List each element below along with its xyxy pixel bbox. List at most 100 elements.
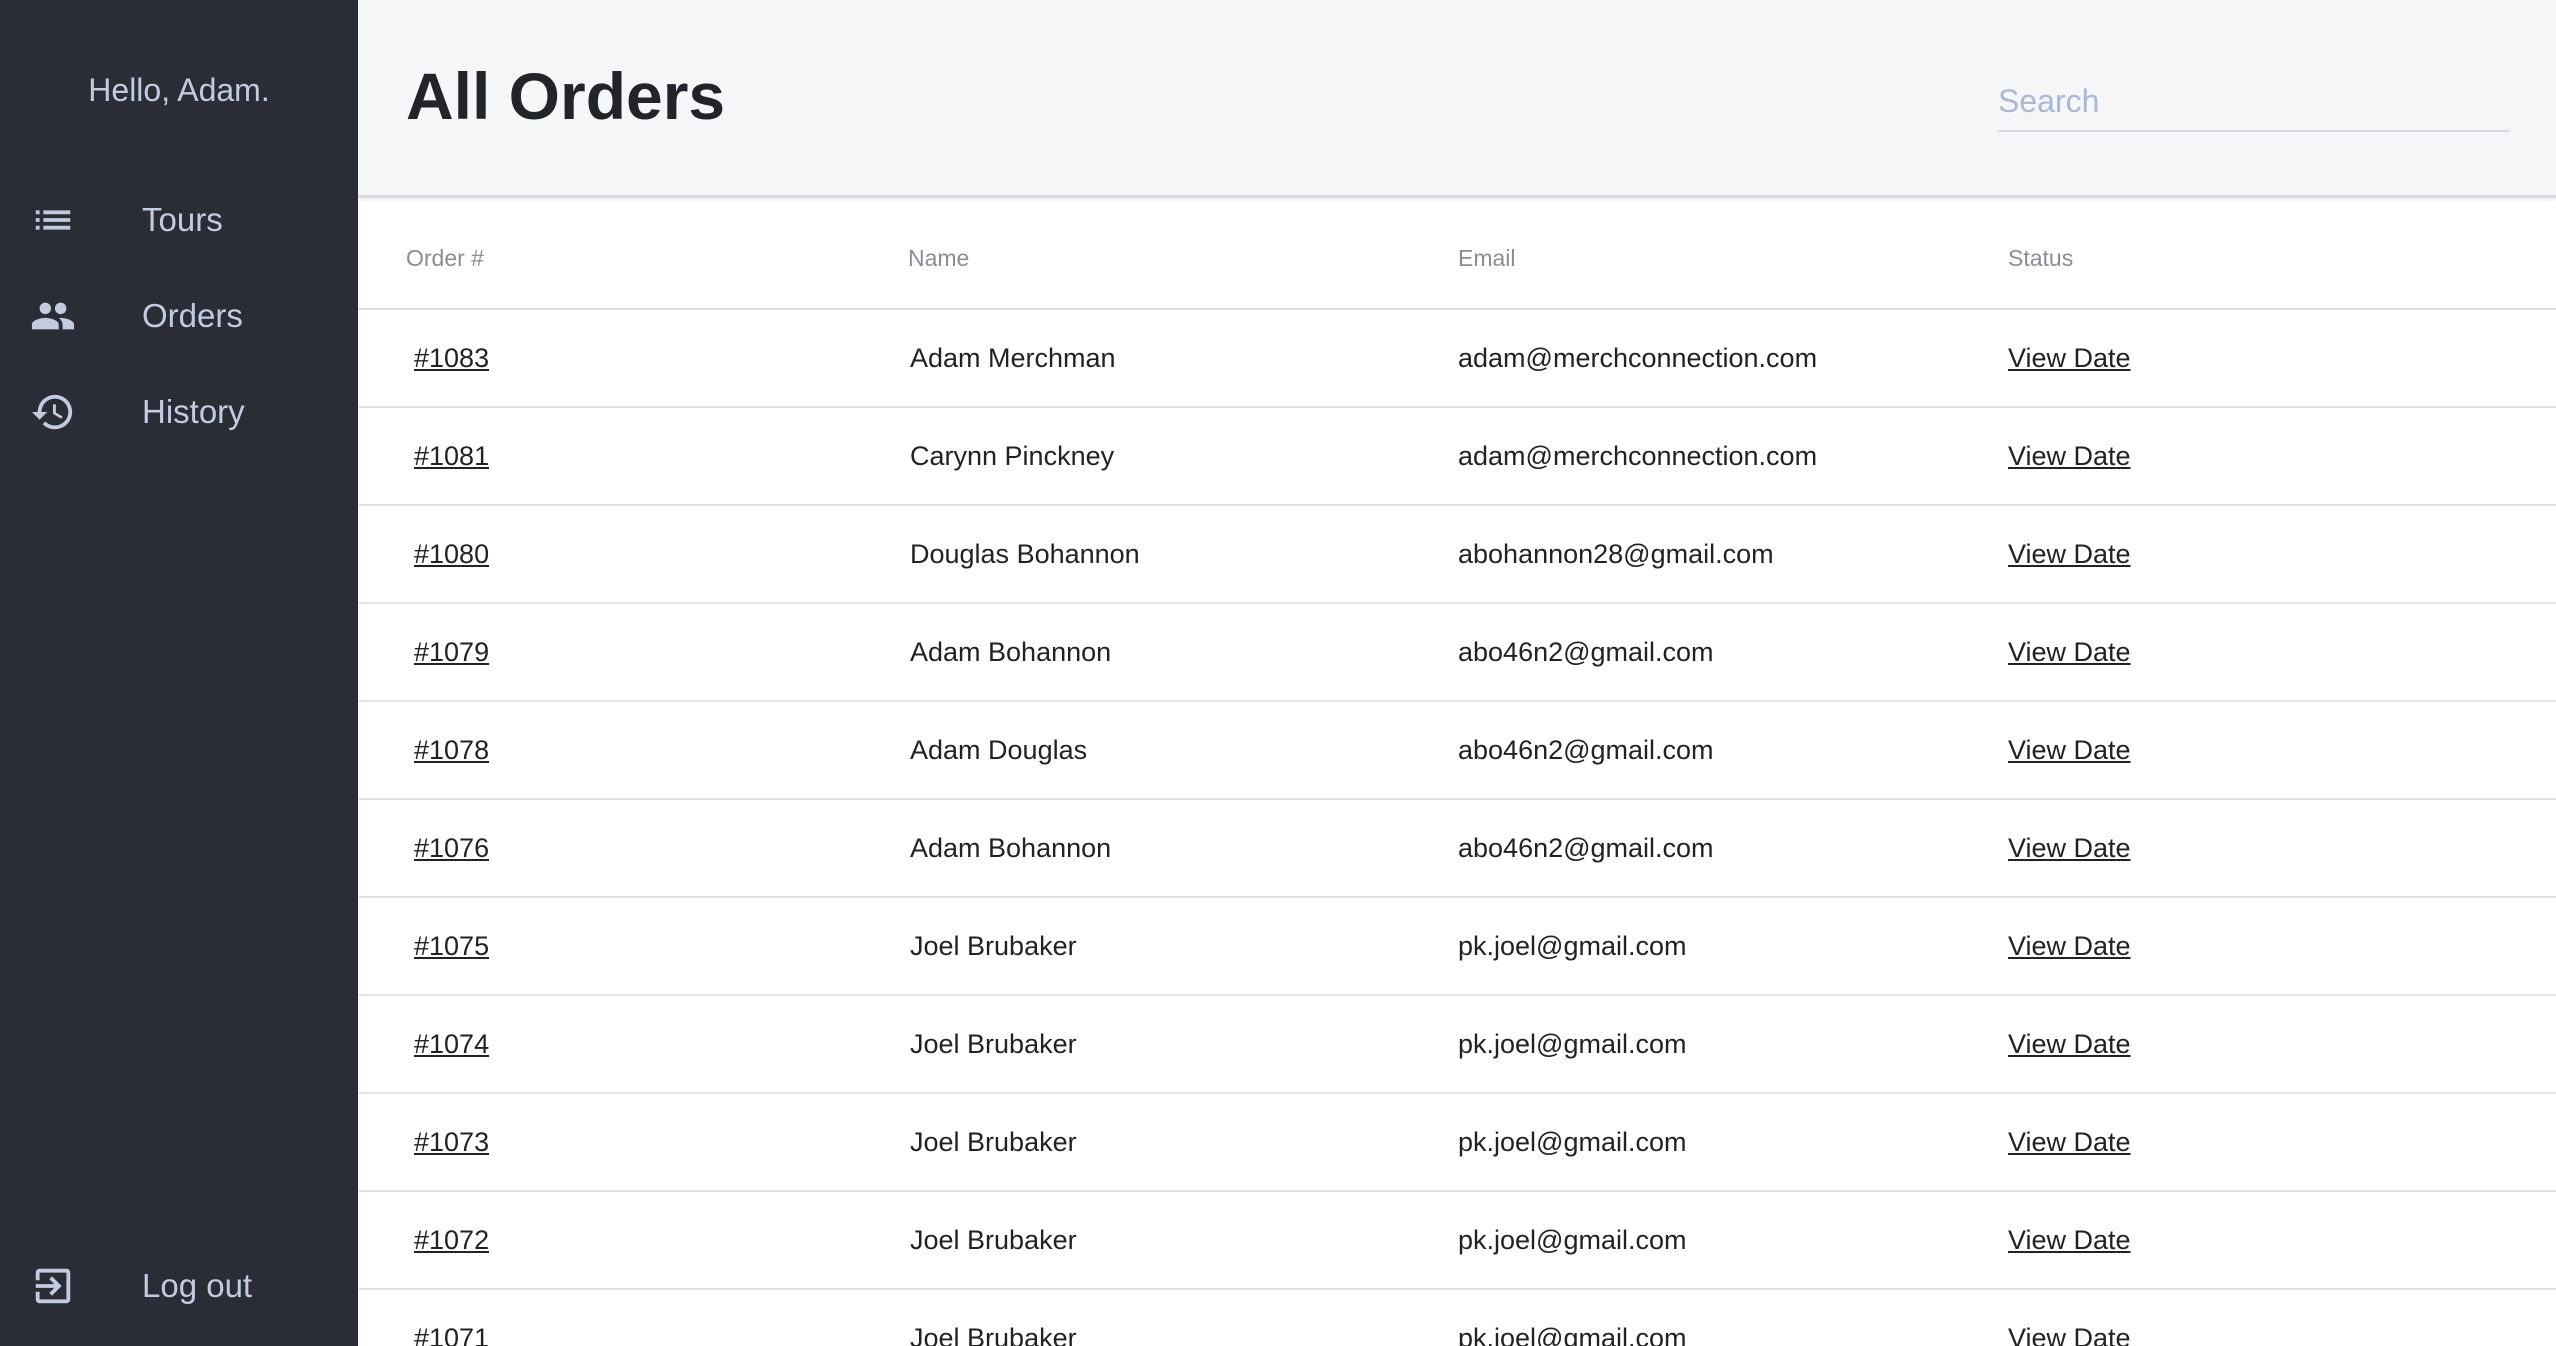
customer-email: pk.joel@gmail.com (1458, 1322, 1687, 1346)
table-cell: View Date (2008, 1191, 2556, 1290)
order-number-link[interactable]: #1079 (414, 637, 489, 667)
table-cell: #1072 (358, 1191, 908, 1290)
logout-label: Log out (142, 1267, 253, 1304)
table-cell: View Date (2008, 799, 2556, 898)
main-content: All Orders Order # Name Email Status #10… (358, 0, 2556, 1346)
view-date-link[interactable]: View Date (2008, 1127, 2131, 1157)
table-cell: abo46n2@gmail.com (1458, 799, 2008, 898)
table-cell: View Date (2008, 701, 2556, 800)
customer-name: Joel Brubaker (910, 1224, 1077, 1255)
table-cell: Douglas Bohannon (908, 505, 1458, 604)
table-row[interactable]: #1072 Joel Brubaker pk.joel@gmail.com View … (358, 1191, 2556, 1290)
table-cell: pk.joel@gmail.com (1458, 1093, 2008, 1192)
table-row[interactable]: #1074 Joel Brubaker pk.joel@gmail.com View … (358, 995, 2556, 1094)
customer-name: Joel Brubaker (910, 1126, 1077, 1157)
view-date-link[interactable]: View Date (2008, 637, 2131, 667)
table-row[interactable]: #1076 Adam Bohannon abo46n2@gmail.com View … (358, 799, 2556, 898)
table-cell: #1079 (358, 603, 908, 702)
table-cell: #1073 (358, 1093, 908, 1192)
table-row[interactable]: #1075 Joel Brubaker pk.joel@gmail.com View … (358, 897, 2556, 996)
page-title: All Orders (406, 59, 726, 133)
table-cell: #1076 (358, 799, 908, 898)
table-cell: Adam Douglas (908, 701, 1458, 800)
table-row[interactable]: #1083 Adam Merchman adam@merchconnection.c… (358, 309, 2556, 408)
view-date-link[interactable]: View Date (2008, 735, 2131, 765)
sidebar: Hello, Adam. Tours Orders History Log ou… (0, 0, 358, 1346)
logout-icon (28, 1261, 78, 1311)
table-cell: View Date (2008, 1289, 2556, 1346)
sidebar-item-history[interactable]: History (0, 372, 358, 452)
column-header-email[interactable]: Email (1458, 198, 2008, 310)
customer-name: Adam Merchman (910, 342, 1116, 373)
table-cell: Joel Brubaker (908, 995, 1458, 1094)
customer-email: abo46n2@gmail.com (1458, 734, 1714, 765)
view-date-link[interactable]: View Date (2008, 1323, 2131, 1346)
sidebar-item-orders[interactable]: Orders (0, 276, 358, 356)
table-cell: Joel Brubaker (908, 897, 1458, 996)
table-cell: View Date (2008, 603, 2556, 702)
order-number-link[interactable]: #1076 (414, 833, 489, 863)
people-icon (28, 291, 78, 341)
customer-email: adam@merchconnection.com (1458, 440, 1818, 471)
table-cell: #1071 (358, 1289, 908, 1346)
table-row[interactable]: #1081 Carynn Pinckney adam@merchconnection… (358, 407, 2556, 506)
table-cell: #1083 (358, 309, 908, 408)
table-cell: Joel Brubaker (908, 1093, 1458, 1192)
order-number-link[interactable]: #1071 (414, 1323, 489, 1346)
view-date-link[interactable]: View Date (2008, 1029, 2131, 1059)
sidebar-item-tours[interactable]: Tours (0, 180, 358, 260)
table-cell: Carynn Pinckney (908, 407, 1458, 506)
table-cell: View Date (2008, 407, 2556, 506)
table-cell: View Date (2008, 1093, 2556, 1192)
view-date-link[interactable]: View Date (2008, 833, 2131, 863)
column-header-status[interactable]: Status (2008, 198, 2556, 310)
search-input[interactable] (1998, 72, 2510, 132)
table-cell: View Date (2008, 995, 2556, 1094)
order-number-link[interactable]: #1072 (414, 1225, 489, 1255)
table-row[interactable]: #1079 Adam Bohannon abo46n2@gmail.com View … (358, 603, 2556, 702)
table-cell: View Date (2008, 505, 2556, 604)
customer-name: Adam Bohannon (910, 636, 1112, 667)
customer-name: Adam Bohannon (910, 832, 1112, 863)
table-cell: View Date (2008, 309, 2556, 408)
page-header: All Orders (358, 0, 2556, 198)
order-number-link[interactable]: #1073 (414, 1127, 489, 1157)
order-number-link[interactable]: #1081 (414, 441, 489, 471)
customer-email: pk.joel@gmail.com (1458, 930, 1687, 961)
customer-email: pk.joel@gmail.com (1458, 1126, 1687, 1157)
table-cell: #1080 (358, 505, 908, 604)
order-number-link[interactable]: #1075 (414, 931, 489, 961)
order-number-link[interactable]: #1078 (414, 735, 489, 765)
table-cell: #1075 (358, 897, 908, 996)
customer-name: Joel Brubaker (910, 1322, 1077, 1346)
order-number-link[interactable]: #1074 (414, 1029, 489, 1059)
customer-name: Adam Douglas (910, 734, 1088, 765)
logout-button[interactable]: Log out (0, 1246, 358, 1326)
table-cell: View Date (2008, 897, 2556, 996)
table-cell: Adam Merchman (908, 309, 1458, 408)
table-cell: adam@merchconnection.com (1458, 407, 2008, 506)
customer-email: pk.joel@gmail.com (1458, 1028, 1687, 1059)
customer-name: Joel Brubaker (910, 930, 1077, 961)
app: Hello, Adam. Tours Orders History Log ou… (0, 0, 2556, 1346)
table-row[interactable]: #1073 Joel Brubaker pk.joel@gmail.com View … (358, 1093, 2556, 1192)
column-header-name[interactable]: Name (908, 198, 1458, 310)
list-icon (28, 195, 78, 245)
table-row[interactable]: #1078 Adam Douglas abo46n2@gmail.com View D… (358, 701, 2556, 800)
view-date-link[interactable]: View Date (2008, 441, 2131, 471)
sidebar-item-label: Orders (142, 297, 243, 334)
table-row[interactable]: #1071 Joel Brubaker pk.joel@gmail.com View … (358, 1289, 2556, 1346)
table-cell: pk.joel@gmail.com (1458, 1289, 2008, 1346)
order-number-link[interactable]: #1083 (414, 343, 489, 373)
sidebar-item-label: Tours (142, 201, 223, 238)
customer-name: Douglas Bohannon (910, 538, 1140, 569)
view-date-link[interactable]: View Date (2008, 343, 2131, 373)
view-date-link[interactable]: View Date (2008, 931, 2131, 961)
view-date-link[interactable]: View Date (2008, 1225, 2131, 1255)
order-number-link[interactable]: #1080 (414, 539, 489, 569)
column-header-order[interactable]: Order # (358, 198, 908, 310)
table-cell: abo46n2@gmail.com (1458, 701, 2008, 800)
view-date-link[interactable]: View Date (2008, 539, 2131, 569)
table-row[interactable]: #1080 Douglas Bohannon abohannon28@gmail.c… (358, 505, 2556, 604)
orders-table: Order # Name Email Status #1083 Adam Merc… (358, 198, 2556, 1346)
